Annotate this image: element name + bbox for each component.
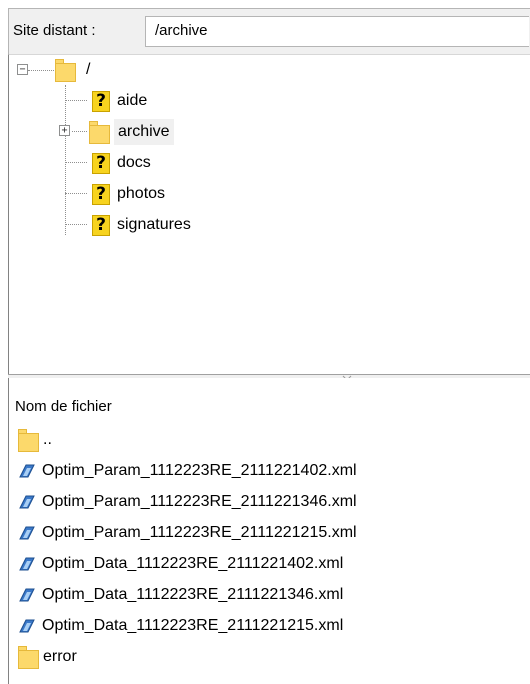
tree-item-label: photos xyxy=(117,185,166,202)
file-name: error xyxy=(43,648,77,665)
tree-item-photos[interactable]: ? photos xyxy=(92,179,169,209)
folder-icon xyxy=(55,58,76,82)
remote-site-label: Site distant : xyxy=(13,22,96,39)
list-item-error-folder[interactable]: error xyxy=(18,642,77,672)
file-name: Optim_Data_1112223RE_2111221215.xml xyxy=(42,617,344,634)
expand-icon[interactable]: + xyxy=(59,125,70,136)
tree-connector-line xyxy=(65,224,87,225)
remote-file-list[interactable]: Nom de fichier .. Optim_Param_1112223RE_… xyxy=(8,378,530,684)
tree-item-archive[interactable]: archive xyxy=(89,117,174,147)
tree-item-label: aide xyxy=(117,92,148,109)
folder-icon xyxy=(18,645,39,669)
tree-item-aide[interactable]: ? aide xyxy=(92,86,151,116)
folder-icon xyxy=(89,120,110,144)
tree-item-label: signatures xyxy=(117,216,191,233)
tree-connector-line xyxy=(65,162,87,163)
tree-connector-line xyxy=(72,131,87,132)
column-header-filename[interactable]: Nom de fichier xyxy=(15,398,112,415)
xml-file-icon xyxy=(19,526,35,540)
file-name: Optim_Param_1112223RE_2111221215.xml xyxy=(42,524,357,541)
xml-file-icon xyxy=(19,464,35,478)
tree-connector-line xyxy=(28,70,54,71)
xml-file-icon xyxy=(19,619,35,633)
question-folder-icon: ? xyxy=(92,152,110,174)
remote-directory-tree[interactable]: − / ? aide + archive ? docs ? photos ? s… xyxy=(8,54,530,374)
list-item[interactable]: Optim_Data_1112223RE_2111221215.xml xyxy=(18,611,343,641)
tree-connector-line xyxy=(65,100,87,101)
tree-connector-line xyxy=(65,193,87,194)
xml-file-icon xyxy=(19,588,35,602)
filezilla-remote-panel: Site distant : /archive − / ? aide + arc… xyxy=(8,8,530,684)
list-item[interactable]: Optim_Param_1112223RE_2111221346.xml xyxy=(18,487,357,517)
file-name: Optim_Param_1112223RE_2111221402.xml xyxy=(42,462,357,479)
remote-site-bar: Site distant : /archive xyxy=(8,8,530,54)
file-name: Optim_Data_1112223RE_2111221402.xml xyxy=(42,555,344,572)
list-item[interactable]: Optim_Data_1112223RE_2111221402.xml xyxy=(18,549,343,579)
question-folder-icon: ? xyxy=(92,90,110,112)
tree-item-label: archive xyxy=(114,119,174,145)
list-item-parent-dir[interactable]: .. xyxy=(18,425,52,455)
file-name: .. xyxy=(43,431,52,448)
tree-item-label: docs xyxy=(117,154,151,171)
xml-file-icon xyxy=(19,495,35,509)
xml-file-icon xyxy=(19,557,35,571)
tree-item-root[interactable]: / xyxy=(55,55,94,85)
tree-item-docs[interactable]: ? docs xyxy=(92,148,155,178)
list-item[interactable]: Optim_Data_1112223RE_2111221346.xml xyxy=(18,580,343,610)
tree-item-label: / xyxy=(86,61,91,78)
list-item[interactable]: Optim_Param_1112223RE_2111221215.xml xyxy=(18,518,357,548)
remote-path-input[interactable]: /archive xyxy=(145,16,529,47)
folder-icon xyxy=(18,428,39,452)
question-folder-icon: ? xyxy=(92,183,110,205)
tree-item-signatures[interactable]: ? signatures xyxy=(92,210,195,240)
question-folder-icon: ? xyxy=(92,214,110,236)
list-item[interactable]: Optim_Param_1112223RE_2111221402.xml xyxy=(18,456,357,486)
file-name: Optim_Data_1112223RE_2111221346.xml xyxy=(42,586,344,603)
tree-connector-line xyxy=(65,85,66,235)
collapse-icon[interactable]: − xyxy=(17,64,28,75)
file-name: Optim_Param_1112223RE_2111221346.xml xyxy=(42,493,357,510)
